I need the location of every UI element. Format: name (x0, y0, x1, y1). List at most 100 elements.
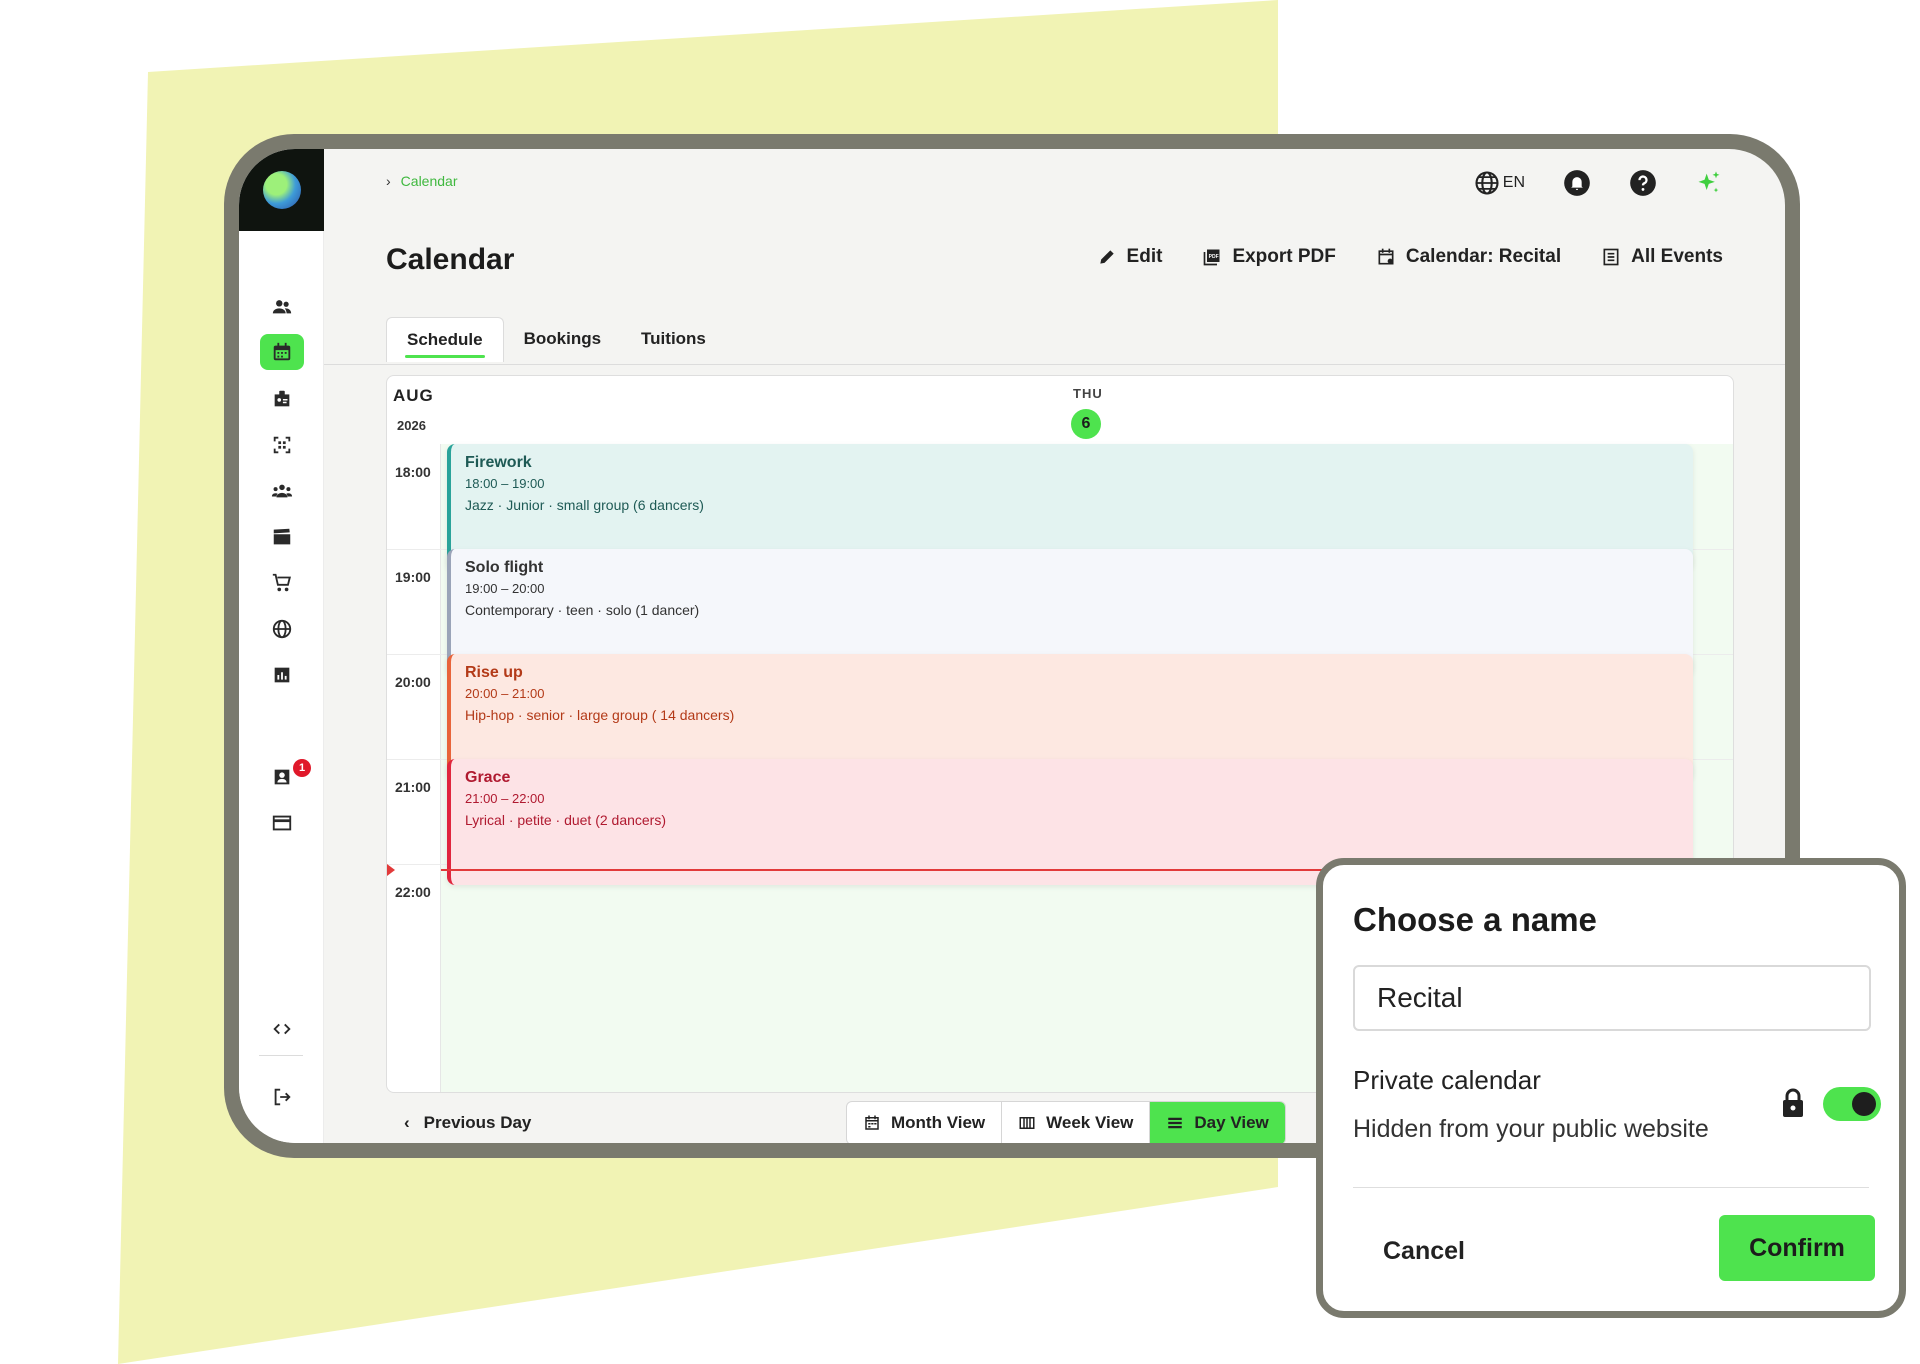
sidebar-item-calendar[interactable] (260, 334, 304, 370)
language-code: EN (1502, 174, 1525, 191)
notification-badge: 1 (293, 759, 311, 777)
chevron-left-icon: ‹ (404, 1113, 410, 1132)
confirm-button[interactable]: Confirm (1719, 1215, 1875, 1281)
calendar-month: AUG (393, 386, 434, 405)
notifications-button[interactable] (1563, 169, 1591, 197)
ai-sparkle-button[interactable] (1695, 169, 1723, 197)
export-pdf-label: Export PDF (1232, 246, 1336, 267)
event-time: 21:00 – 22:00 (465, 791, 545, 806)
event-description: Lyrical · petite · duet (2 dancers) (465, 812, 667, 828)
tab-tuitions[interactable]: Tuitions (621, 317, 726, 362)
cancel-button[interactable]: Cancel (1383, 1237, 1465, 1266)
sidebar-item-billing[interactable] (260, 805, 304, 841)
day-number[interactable]: 6 (1071, 409, 1101, 439)
sidebar-item-reports[interactable] (260, 657, 304, 693)
help-button[interactable] (1629, 169, 1657, 197)
private-calendar-toggle[interactable] (1823, 1087, 1881, 1121)
edit-button[interactable]: Edit (1097, 246, 1163, 268)
qr-scan-icon (273, 436, 291, 454)
current-time-marker (387, 864, 395, 876)
time-label: 21:00 (395, 779, 431, 795)
month-view-label: Month View (891, 1113, 986, 1132)
calendar-select-button[interactable]: Calendar: Recital (1376, 246, 1561, 268)
event-time: 18:00 – 19:00 (465, 476, 545, 491)
previous-day-button[interactable]: ‹ Previous Day (404, 1113, 531, 1133)
globe-icon (272, 619, 292, 639)
credit-card-icon (272, 815, 292, 831)
sparkle-icon (1698, 171, 1720, 193)
week-view-button[interactable]: Week View (1002, 1102, 1151, 1143)
svg-text:PDF: PDF (1209, 254, 1219, 260)
view-switcher: Month View Week View Day View (846, 1101, 1286, 1143)
sidebar-item-logout[interactable] (260, 1079, 304, 1115)
all-events-label: All Events (1631, 246, 1723, 267)
choose-name-dialog: Choose a name Recital Private calendar H… (1316, 858, 1906, 1318)
day-name: THU (1073, 386, 1103, 401)
columns-icon (1019, 1117, 1035, 1129)
sidebar-item-embed[interactable] (260, 1011, 304, 1047)
export-pdf-button[interactable]: PDF Export PDF (1202, 246, 1336, 268)
sidebar-item-groups[interactable] (260, 473, 304, 509)
time-column: 18:00 19:00 20:00 21:00 22:00 (387, 444, 441, 1092)
event-time: 19:00 – 20:00 (465, 581, 545, 596)
list-icon (1603, 248, 1619, 266)
tab-schedule[interactable]: Schedule (386, 317, 504, 362)
previous-day-label: Previous Day (423, 1113, 532, 1132)
page-actions: Edit PDF Export PDF Calendar: Recital Al… (1097, 246, 1723, 268)
top-toolbar: EN (1473, 169, 1723, 197)
calendar-icon (865, 1115, 879, 1130)
month-view-button[interactable]: Month View (847, 1102, 1003, 1143)
event-title: Grace (465, 769, 511, 786)
event-title: Firework (465, 454, 532, 471)
chart-icon (274, 667, 290, 683)
breadcrumb-calendar[interactable]: Calendar (401, 173, 458, 189)
event-time: 20:00 – 21:00 (465, 686, 545, 701)
code-icon (273, 1023, 291, 1035)
app-logo[interactable] (239, 149, 324, 231)
chevron-right-icon: › (386, 173, 391, 189)
week-view-label: Week View (1046, 1113, 1134, 1132)
private-calendar-label: Private calendar (1353, 1065, 1541, 1095)
sidebar-item-id-badge[interactable] (260, 381, 304, 417)
tab-bookings[interactable]: Bookings (504, 317, 621, 362)
sidebar-item-qr-scan[interactable] (260, 427, 304, 463)
people-icon (272, 300, 292, 314)
language-selector[interactable]: EN (1473, 169, 1525, 197)
time-label: 19:00 (395, 569, 431, 585)
tab-bar: Schedule Bookings Tuitions (386, 317, 726, 362)
sidebar-item-website[interactable] (260, 611, 304, 647)
time-label: 18:00 (395, 464, 431, 480)
rows-icon (1168, 1117, 1183, 1129)
breadcrumb: › Calendar (386, 173, 458, 189)
page-title: Calendar (386, 243, 515, 276)
logo-icon (262, 171, 301, 209)
bell-icon (1564, 170, 1590, 196)
calendar-select-label: Calendar: Recital (1405, 246, 1562, 267)
all-events-button[interactable]: All Events (1601, 246, 1723, 268)
time-label: 22:00 (395, 884, 431, 900)
contact-icon (274, 769, 290, 785)
globe-icon (1475, 171, 1499, 195)
id-badge-icon (274, 390, 290, 407)
sidebar: 1 (239, 149, 324, 1143)
tabs-divider (324, 364, 1785, 365)
lock-icon (1783, 1088, 1803, 1117)
day-view-button[interactable]: Day View (1150, 1102, 1285, 1143)
edit-label: Edit (1126, 246, 1163, 267)
clapperboard-icon (273, 528, 291, 545)
sidebar-item-people[interactable] (260, 289, 304, 325)
sidebar-divider (259, 1055, 303, 1056)
event-description: Contemporary · teen · solo (1 dancer) (465, 602, 700, 618)
calendar-name-input[interactable]: Recital (1353, 965, 1871, 1031)
event-title: Solo flight (465, 559, 544, 576)
cart-icon (272, 573, 291, 592)
sidebar-item-shop[interactable] (260, 565, 304, 601)
private-calendar-hint: Hidden from your public website (1353, 1115, 1709, 1143)
help-icon (1630, 170, 1656, 196)
event-title: Rise up (465, 664, 523, 681)
event-description: Hip-hop · senior · large group ( 14 danc… (465, 707, 735, 723)
sidebar-item-video[interactable] (260, 519, 304, 555)
logout-icon (274, 1088, 291, 1106)
event-description: Jazz · Junior · small group (6 dancers) (465, 497, 704, 513)
day-view-label: Day View (1194, 1113, 1269, 1132)
